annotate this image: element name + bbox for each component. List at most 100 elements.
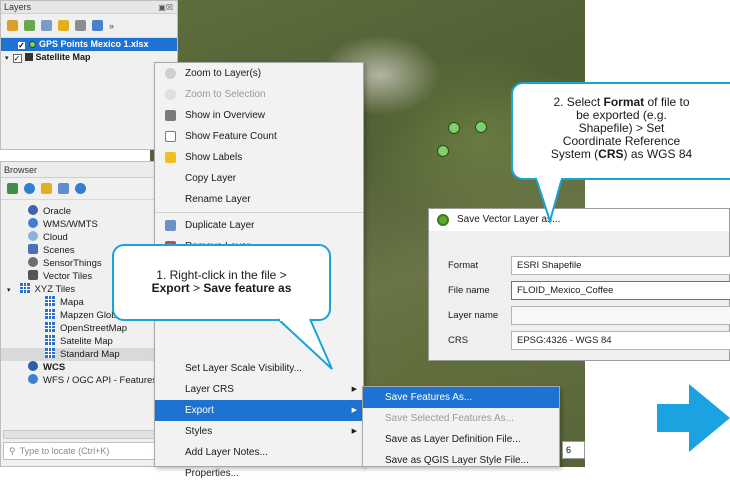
collapse-all-icon[interactable] bbox=[58, 183, 69, 194]
menu-show-labels[interactable]: Show Labels bbox=[155, 147, 363, 168]
expand-arrow-icon[interactable]: ▾ bbox=[7, 287, 11, 294]
menu-item-label: Export bbox=[185, 405, 214, 416]
submenu-arrow-icon: ▶ bbox=[351, 386, 357, 393]
browser-item-openstreetmap[interactable]: OpenStreetMap bbox=[1, 322, 177, 335]
layers-toolbar: » bbox=[1, 14, 177, 38]
gps-point[interactable] bbox=[437, 145, 449, 157]
globe-icon bbox=[28, 218, 38, 228]
filter-legend-icon[interactable] bbox=[58, 20, 69, 31]
menu-copy-layer[interactable]: Copy Layer bbox=[155, 168, 363, 189]
callout-2-box: 2. Select Format of file to be exported … bbox=[511, 82, 730, 180]
export-submenu: Save Features As... Save Selected Featur… bbox=[362, 386, 560, 467]
menu-duplicate-layer[interactable]: Duplicate Layer bbox=[155, 215, 363, 236]
zoom-icon bbox=[165, 68, 176, 79]
browser-panel-label: Browser bbox=[4, 165, 38, 175]
menu-item-label: Zoom to Selection bbox=[185, 89, 266, 100]
menu-zoom-to-selection[interactable]: Zoom to Selection bbox=[155, 84, 363, 105]
expand-all-icon[interactable] bbox=[92, 20, 103, 31]
gps-point[interactable] bbox=[448, 122, 460, 134]
browser-item-satelite-map[interactable]: Satelite Map bbox=[1, 335, 177, 348]
layer-visibility-checkbox[interactable]: ✓ bbox=[12, 54, 22, 63]
wfs-globe-icon bbox=[28, 374, 38, 384]
menu-item-label: Rename Layer bbox=[185, 194, 251, 205]
layers-panel: Layers ▣☒ » ✓ GPS Points Mexico 1.xlsx ▾ ✓… bbox=[0, 0, 178, 150]
browser-item-standard-map[interactable]: Standard Map bbox=[1, 348, 177, 361]
menu-show-in-overview[interactable]: Show in Overview bbox=[155, 105, 363, 126]
refresh-icon[interactable] bbox=[24, 183, 35, 194]
filter-expression-icon[interactable] bbox=[75, 20, 86, 31]
xyz-layer-icon bbox=[45, 296, 55, 306]
menu-layer-crs[interactable]: Layer CRS ▶ bbox=[155, 379, 363, 400]
browser-item-label: Scenes bbox=[43, 245, 75, 256]
browser-item-label: Vector Tiles bbox=[43, 271, 93, 282]
menu-rename-layer[interactable]: Rename Layer bbox=[155, 189, 363, 210]
filename-label: File name bbox=[448, 285, 490, 296]
sensor-icon bbox=[28, 257, 38, 267]
add-selected-layers-icon[interactable] bbox=[7, 183, 18, 194]
expand-arrow-icon[interactable]: ▾ bbox=[5, 55, 9, 62]
layername-field[interactable] bbox=[511, 306, 730, 325]
menu-save-features-as[interactable]: Save Features As... bbox=[363, 387, 559, 408]
menu-save-qgis-style[interactable]: Save as QGIS Layer Style File... bbox=[363, 450, 559, 471]
browser-item-wfs[interactable]: WFS / OGC API - Features bbox=[1, 374, 177, 387]
layer-row-satellite-map[interactable]: ▾ ✓ Satellite Map bbox=[1, 51, 177, 64]
add-group-icon[interactable] bbox=[24, 20, 35, 31]
menu-zoom-to-layers[interactable]: Zoom to Layer(s) bbox=[155, 63, 363, 84]
menu-add-layer-notes[interactable]: Add Layer Notes... bbox=[155, 442, 363, 463]
menu-item-label: Layer CRS bbox=[185, 384, 234, 395]
browser-panel-title: Browser bbox=[1, 162, 177, 178]
browser-item-wms[interactable]: WMS/WMTS bbox=[1, 218, 177, 231]
gps-point[interactable] bbox=[475, 121, 487, 133]
qgis-logo-icon bbox=[437, 214, 449, 226]
checkbox-icon[interactable] bbox=[165, 131, 176, 142]
horizontal-scrollbar[interactable] bbox=[3, 430, 175, 439]
browser-item-label: Satelite Map bbox=[60, 336, 113, 347]
locate-bar[interactable]: ⚲ Type to locate (Ctrl+K) bbox=[3, 442, 173, 460]
callout-1-tail bbox=[277, 315, 333, 370]
panel-controls-icon[interactable]: ▣☒ bbox=[158, 1, 173, 14]
xyz-tiles-icon bbox=[19, 283, 30, 293]
scale-field[interactable]: 6 bbox=[562, 441, 585, 459]
menu-item-label: Copy Layer bbox=[185, 173, 237, 184]
browser-item-cloud[interactable]: Cloud bbox=[1, 231, 177, 244]
menu-export[interactable]: Export ▶ bbox=[155, 400, 363, 421]
browser-item-oracle[interactable]: Oracle bbox=[1, 205, 177, 218]
layer-row-gps-points[interactable]: ✓ GPS Points Mexico 1.xlsx bbox=[1, 38, 177, 51]
raster-layer-icon bbox=[24, 53, 33, 61]
format-select[interactable]: ESRI Shapefile bbox=[511, 256, 730, 275]
open-layer-styling-icon[interactable] bbox=[7, 20, 18, 31]
browser-item-label: OpenStreetMap bbox=[60, 323, 128, 334]
crs-value: EPSG:4326 - WGS 84 bbox=[517, 335, 612, 346]
browser-item-wcs[interactable]: WCS bbox=[1, 361, 177, 374]
callout-1-line-2: Export > Save feature as bbox=[151, 281, 292, 295]
menu-save-selected-features[interactable]: Save Selected Features As... bbox=[363, 408, 559, 429]
filename-field[interactable]: FLOID_Mexico_Coffee bbox=[511, 281, 730, 300]
search-icon: ⚲ bbox=[9, 446, 16, 456]
database-icon bbox=[28, 205, 38, 215]
scenes-icon bbox=[28, 244, 38, 254]
menu-show-feature-count[interactable]: Show Feature Count bbox=[155, 126, 363, 147]
menu-item-label: Save as Layer Definition File... bbox=[385, 434, 521, 445]
more-tools-icon[interactable]: » bbox=[109, 21, 114, 31]
layer-visibility-checkbox[interactable]: ✓ bbox=[17, 41, 26, 50]
filename-value: FLOID_Mexico_Coffee bbox=[517, 285, 614, 296]
layer-label: Satellite Map bbox=[35, 52, 91, 62]
menu-separator bbox=[155, 212, 363, 213]
menu-save-layer-definition[interactable]: Save as Layer Definition File... bbox=[363, 429, 559, 450]
menu-item-label: Save as QGIS Layer Style File... bbox=[385, 455, 529, 466]
next-step-arrow-icon bbox=[657, 384, 730, 452]
menu-styles[interactable]: Styles ▶ bbox=[155, 421, 363, 442]
menu-properties[interactable]: Properties... bbox=[155, 463, 363, 484]
menu-item-label: Save Selected Features As... bbox=[385, 413, 514, 424]
format-value: ESRI Shapefile bbox=[517, 260, 582, 271]
info-icon[interactable] bbox=[75, 183, 86, 194]
xyz-layer-icon bbox=[45, 348, 55, 358]
callout-2-tail bbox=[535, 176, 563, 225]
browser-item-label: Standard Map bbox=[60, 349, 120, 360]
menu-item-label: Show Feature Count bbox=[185, 131, 277, 142]
filter-browser-icon[interactable] bbox=[41, 183, 52, 194]
browser-toolbar bbox=[1, 178, 177, 200]
browser-item-label: Mapa bbox=[60, 297, 84, 308]
manage-map-themes-icon[interactable] bbox=[41, 20, 52, 31]
crs-select[interactable]: EPSG:4326 - WGS 84 bbox=[511, 331, 730, 350]
